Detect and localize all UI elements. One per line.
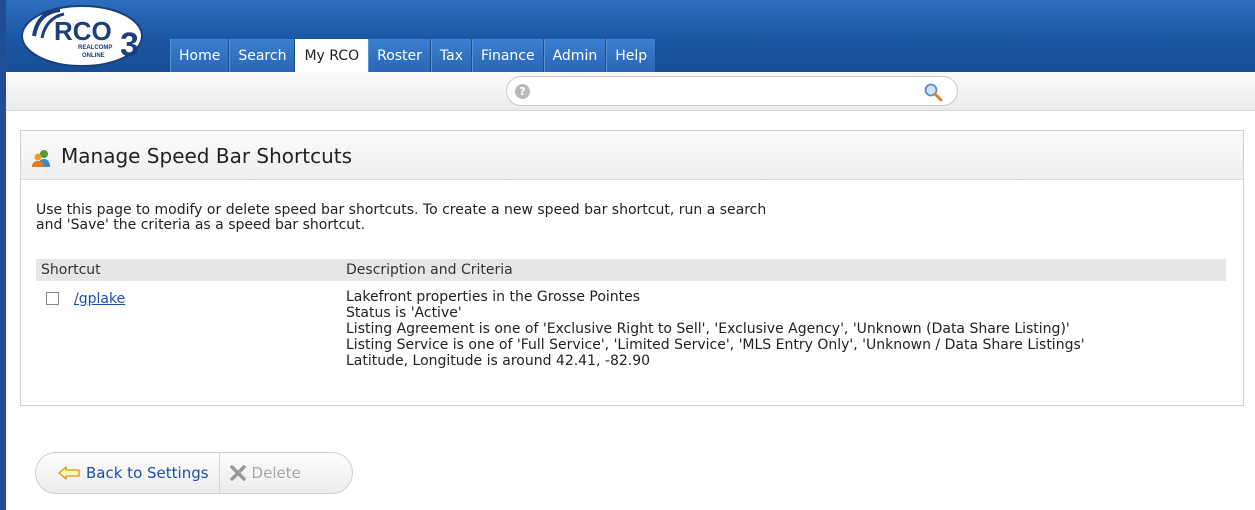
criteria-list: Lakefront properties in the Grosse Point… bbox=[346, 289, 1085, 369]
column-header-shortcut: Shortcut bbox=[41, 262, 101, 278]
rco-logo[interactable]: RCO 3 REALCOMP ONLINE bbox=[20, 4, 150, 68]
speed-bar-strip: ? bbox=[6, 72, 1255, 111]
shortcut-checkbox[interactable] bbox=[46, 292, 59, 305]
intro-line-2: and 'Save' the criteria as a speed bar s… bbox=[36, 217, 366, 233]
panel-header: Manage Speed Bar Shortcuts bbox=[21, 131, 1243, 180]
tab-admin[interactable]: Admin bbox=[543, 39, 607, 72]
intro-text: Use this page to modify or delete speed … bbox=[36, 203, 936, 233]
tab-home[interactable]: Home bbox=[170, 39, 230, 72]
main-nav: Home Search My RCO Roster Tax Finance Ad… bbox=[170, 39, 657, 72]
delete-label: Delete bbox=[251, 464, 301, 482]
action-button-group: Back to Settings Delete bbox=[35, 452, 353, 494]
shortcut-link[interactable]: /gplake bbox=[74, 291, 125, 307]
column-header-description: Description and Criteria bbox=[346, 262, 513, 278]
criteria-line: Status is 'Active' bbox=[346, 305, 462, 321]
criteria-line: Listing Agreement is one of 'Exclusive R… bbox=[346, 321, 1070, 337]
logo-tagline-2: ONLINE bbox=[82, 53, 105, 59]
delete-x-icon bbox=[229, 465, 246, 481]
tab-my-rco[interactable]: My RCO bbox=[295, 39, 369, 72]
criteria-line: Latitude, Longitude is around 42.41, -82… bbox=[346, 353, 651, 369]
tab-help[interactable]: Help bbox=[606, 39, 657, 72]
logo-main-text: RCO bbox=[54, 16, 112, 46]
table-header: Shortcut Description and Criteria bbox=[36, 259, 1226, 281]
header-bar: RCO 3 REALCOMP ONLINE Home Search My RCO… bbox=[6, 0, 1255, 72]
tab-search[interactable]: Search bbox=[229, 39, 296, 72]
criteria-line: Lakefront properties in the Grosse Point… bbox=[346, 289, 641, 305]
speed-bar: ? bbox=[506, 76, 958, 106]
back-arrow-icon bbox=[58, 466, 80, 480]
help-icon[interactable]: ? bbox=[515, 84, 530, 99]
back-to-settings-label: Back to Settings bbox=[86, 464, 209, 482]
logo-superscript: 3 bbox=[120, 26, 139, 64]
criteria-line: Listing Service is one of 'Full Service'… bbox=[346, 337, 1085, 353]
tab-finance[interactable]: Finance bbox=[472, 39, 544, 72]
tab-tax[interactable]: Tax bbox=[430, 39, 473, 72]
table-row: /gplake Lakefront properties in the Gros… bbox=[36, 289, 1226, 389]
intro-line-1: Use this page to modify or delete speed … bbox=[36, 202, 767, 218]
logo-tagline-1: REALCOMP bbox=[78, 45, 112, 51]
users-icon bbox=[32, 150, 50, 167]
magnifier-icon[interactable] bbox=[923, 82, 943, 102]
speed-bar-input[interactable] bbox=[535, 81, 919, 103]
delete-button[interactable]: Delete bbox=[220, 453, 311, 493]
manage-shortcuts-panel: Manage Speed Bar Shortcuts Use this page… bbox=[20, 130, 1244, 406]
tab-roster[interactable]: Roster bbox=[368, 39, 431, 72]
page-title: Manage Speed Bar Shortcuts bbox=[61, 144, 353, 168]
back-to-settings-button[interactable]: Back to Settings bbox=[36, 453, 220, 493]
